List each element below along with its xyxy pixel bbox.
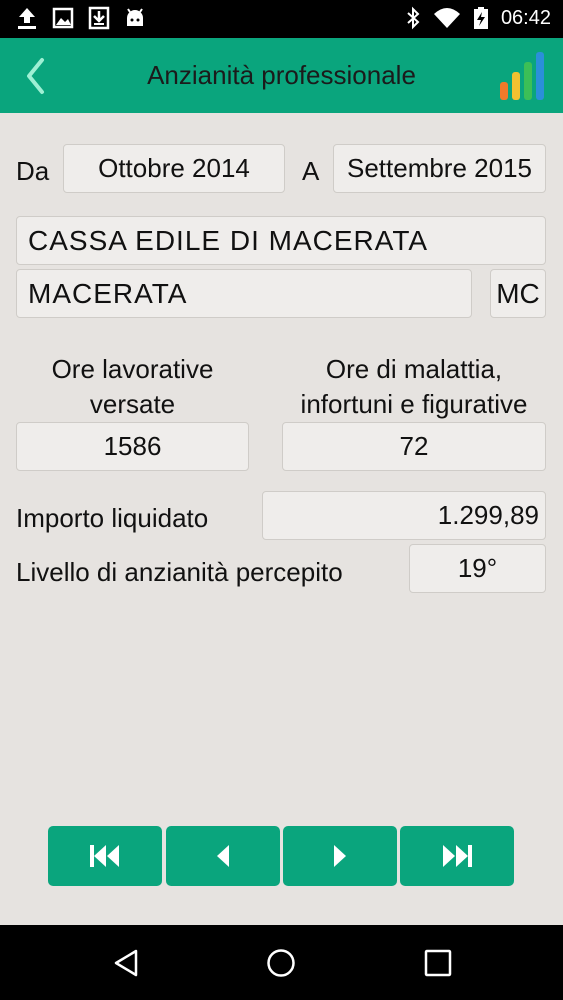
last-record-button[interactable] bbox=[400, 826, 514, 886]
city-field[interactable]: MACERATA bbox=[16, 269, 472, 318]
sick-hours-label-line2: infortuni e figurative bbox=[300, 389, 528, 419]
last-icon bbox=[443, 845, 472, 867]
system-navigation-bar bbox=[0, 925, 563, 1000]
amount-label: Importo liquidato bbox=[16, 503, 209, 533]
first-icon bbox=[90, 845, 119, 867]
sick-hours-field[interactable]: 72 bbox=[282, 422, 546, 471]
chart-logo-icon bbox=[500, 52, 544, 100]
bluetooth-icon bbox=[407, 6, 420, 30]
nav-back-icon[interactable] bbox=[112, 948, 140, 978]
next-record-button[interactable] bbox=[283, 826, 397, 886]
to-label: A bbox=[302, 156, 320, 186]
app-bar: Anzianità professionale bbox=[0, 38, 563, 113]
download-icon bbox=[88, 6, 110, 30]
worked-hours-label: Ore lavorative versate bbox=[16, 352, 249, 422]
android-icon bbox=[127, 8, 143, 26]
upload-icon bbox=[18, 8, 36, 29]
to-date-field[interactable]: Settembre 2015 bbox=[333, 144, 546, 193]
level-label: Livello di anzianità percepito bbox=[16, 557, 343, 587]
from-date-field[interactable]: Ottobre 2014 bbox=[63, 144, 285, 193]
worked-hours-field[interactable]: 1586 bbox=[16, 422, 249, 471]
status-bar: 06:42 bbox=[0, 0, 563, 38]
image-icon bbox=[52, 7, 74, 29]
battery-icon bbox=[473, 7, 488, 29]
system-icons: 06:42 bbox=[405, 6, 551, 30]
wifi-icon bbox=[433, 8, 460, 28]
nav-recents-icon[interactable] bbox=[424, 949, 452, 977]
clock: 06:42 bbox=[500, 6, 551, 29]
amount-field[interactable]: 1.299,89 bbox=[262, 491, 546, 540]
notification-icons bbox=[16, 6, 146, 30]
previous-record-button[interactable] bbox=[166, 826, 280, 886]
sick-hours-label: Ore di malattia, infortuni e figurative bbox=[282, 352, 546, 422]
cassa-name-field[interactable]: CASSA EDILE DI MACERATA bbox=[16, 216, 546, 265]
province-field[interactable]: MC bbox=[490, 269, 546, 318]
worked-hours-label-line1: Ore lavorative bbox=[51, 354, 214, 384]
level-field[interactable]: 19° bbox=[409, 544, 546, 593]
worked-hours-label-line2: versate bbox=[89, 389, 176, 419]
next-icon bbox=[334, 845, 346, 867]
previous-icon bbox=[217, 845, 229, 867]
sick-hours-label-line1: Ore di malattia, bbox=[325, 354, 503, 384]
from-label: Da bbox=[16, 156, 50, 186]
page-title: Anzianità professionale bbox=[147, 60, 416, 90]
first-record-button[interactable] bbox=[48, 826, 162, 886]
nav-home-icon[interactable] bbox=[266, 948, 296, 978]
